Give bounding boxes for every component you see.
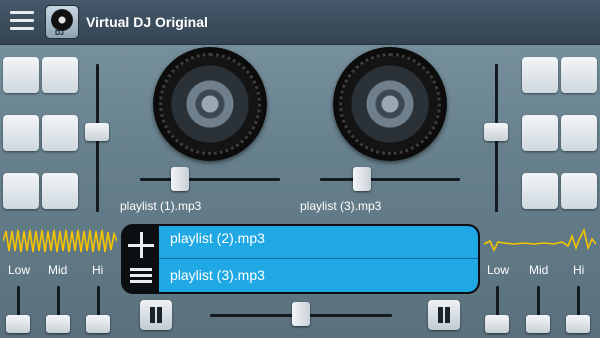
left-eq-low-label: Low bbox=[8, 263, 31, 277]
left-pad-4[interactable] bbox=[42, 115, 78, 151]
left-pad-6[interactable] bbox=[42, 173, 78, 209]
app-bar: DJ Virtual DJ Original bbox=[0, 0, 600, 45]
left-pad-2[interactable] bbox=[42, 57, 78, 93]
left-waveform bbox=[3, 229, 117, 253]
left-eq-mid-label: Mid bbox=[48, 263, 68, 277]
left-eq-hi-label: Hi bbox=[92, 263, 104, 277]
right-pitch-slider[interactable] bbox=[353, 167, 371, 191]
right-waveform-line bbox=[484, 227, 596, 252]
right-eq-hi-label: Hi bbox=[573, 263, 585, 277]
left-pad-5[interactable] bbox=[3, 173, 39, 209]
right-deck-track-label: playlist (3).mp3 bbox=[300, 199, 382, 213]
right-eq-low-fader[interactable] bbox=[485, 315, 509, 333]
right-pad-5[interactable] bbox=[522, 173, 558, 209]
playlist-list: playlist (2).mp3 playlist (3).mp3 bbox=[159, 226, 478, 292]
playlist-divider bbox=[159, 258, 478, 259]
list-icon[interactable] bbox=[130, 268, 152, 286]
right-volume-fader[interactable] bbox=[484, 123, 508, 141]
right-pause-button[interactable] bbox=[428, 300, 460, 330]
crossfader[interactable] bbox=[292, 302, 310, 326]
left-waveform-line bbox=[3, 229, 117, 253]
left-pause-button[interactable] bbox=[140, 300, 172, 330]
left-pitch-slider[interactable] bbox=[171, 167, 189, 191]
left-eq-mid-fader[interactable] bbox=[46, 315, 70, 333]
left-turntable[interactable] bbox=[153, 47, 267, 161]
right-pad-3[interactable] bbox=[522, 115, 558, 151]
playlist-item[interactable]: playlist (3).mp3 bbox=[170, 267, 265, 283]
right-waveform bbox=[484, 227, 596, 252]
left-pad-1[interactable] bbox=[3, 57, 39, 93]
left-volume-fader[interactable] bbox=[85, 123, 109, 141]
app-logo-label: DJ bbox=[55, 30, 64, 37]
right-pad-2[interactable] bbox=[561, 57, 597, 93]
right-pad-4[interactable] bbox=[561, 115, 597, 151]
app-logo-icon: DJ bbox=[45, 5, 79, 39]
right-pad-1[interactable] bbox=[522, 57, 558, 93]
right-eq-mid-fader[interactable] bbox=[526, 315, 550, 333]
hamburger-menu-icon[interactable] bbox=[10, 11, 34, 33]
playlist-item[interactable]: playlist (2).mp3 bbox=[170, 230, 265, 246]
left-pad-3[interactable] bbox=[3, 115, 39, 151]
left-eq-low-fader[interactable] bbox=[6, 315, 30, 333]
right-eq-hi-fader[interactable] bbox=[566, 315, 590, 333]
right-pitch-track bbox=[320, 178, 460, 181]
app-title: Virtual DJ Original bbox=[86, 14, 208, 30]
right-pad-6[interactable] bbox=[561, 173, 597, 209]
left-eq-hi-fader[interactable] bbox=[86, 315, 110, 333]
right-eq-mid-label: Mid bbox=[529, 263, 549, 277]
right-turntable[interactable] bbox=[333, 47, 447, 161]
playlist-panel: playlist (2).mp3 playlist (3).mp3 bbox=[121, 224, 480, 294]
right-eq-low-label: Low bbox=[487, 263, 510, 277]
left-deck-track-label: playlist (1).mp3 bbox=[120, 199, 202, 213]
left-pitch-track bbox=[140, 178, 280, 181]
plus-icon[interactable] bbox=[128, 232, 154, 258]
